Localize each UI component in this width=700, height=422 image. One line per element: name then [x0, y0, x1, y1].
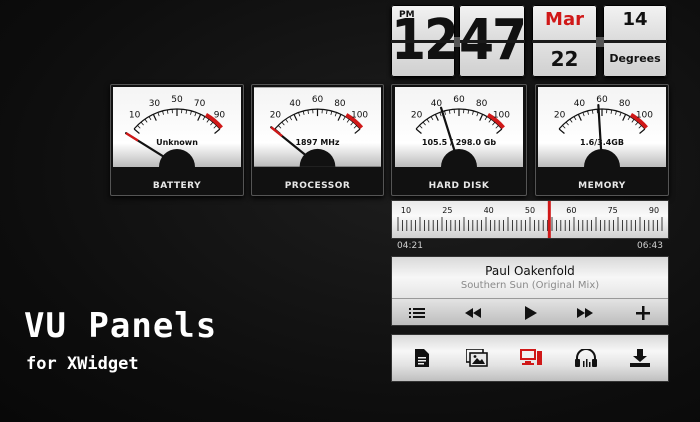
play-icon	[525, 305, 537, 320]
artist-name: Paul Oakenfold	[485, 264, 575, 278]
gauge-tick-label: 40	[289, 99, 301, 109]
track-progress-dial[interactable]: 10 25 40 50 60 75 90	[391, 200, 669, 239]
memory-meter[interactable]: 20 40 60 80 100 1.6/3.4GB MEMORY	[535, 84, 669, 196]
document-icon	[415, 349, 429, 367]
tuner-position-marker[interactable]	[547, 201, 551, 238]
download-icon	[630, 349, 650, 367]
flip-divider	[391, 40, 455, 43]
gauge-tick-label: 50	[171, 95, 183, 105]
gauge-tick-label: 20	[270, 111, 282, 121]
processor-meter[interactable]: 20 40 60 80 100 1897 MHz PROCESSOR	[251, 84, 384, 196]
flip-divider	[532, 40, 597, 43]
documents-shortcut[interactable]	[398, 335, 446, 381]
tuner-tick-label: 10	[401, 206, 411, 215]
tuner-tick-label: 25	[442, 206, 452, 215]
tuner-tick-label: 50	[525, 206, 535, 215]
gauge-tick-label: 60	[453, 95, 465, 105]
calendar-month: Mar	[545, 9, 584, 30]
tuner-scale: 10 25 40 50 60 75 90	[397, 201, 663, 238]
tuner-tick-label: 75	[608, 206, 618, 215]
playlist-button[interactable]	[392, 299, 442, 326]
weather-value: 14	[622, 9, 648, 30]
track-title: Southern Sun (Original Mix)	[460, 280, 600, 291]
rewind-button[interactable]	[448, 299, 498, 326]
playlist-icon	[409, 307, 425, 318]
gauge-tick-label: 70	[194, 99, 206, 109]
gauge-tick-label: 100	[351, 111, 368, 121]
gauge-tick-label: 20	[554, 110, 566, 120]
gauge-tick-label: 60	[312, 95, 324, 105]
weather-card: 14 Degrees	[603, 5, 667, 77]
battery-gauge: 10 30 50 70 90 Unknown	[113, 87, 241, 167]
play-button[interactable]	[506, 299, 556, 326]
tuner-tick-label: 40	[484, 206, 494, 215]
music-shortcut[interactable]	[562, 335, 610, 381]
add-button[interactable]	[618, 299, 668, 326]
memory-gauge: 20 40 60 80 100 1.6/3.4GB	[538, 87, 666, 167]
gauge-tick-label: 30	[149, 99, 161, 109]
fast-forward-button[interactable]	[560, 299, 610, 326]
memory-label: MEMORY	[578, 181, 626, 191]
gauge-readout: 1897 MHz	[296, 138, 340, 147]
app-title: VU Panels	[24, 306, 218, 346]
fast-forward-icon	[577, 307, 593, 318]
gauge-tick-label: 60	[596, 95, 608, 105]
rewind-icon	[465, 307, 481, 318]
processor-gauge: 20 40 60 80 100 1897 MHz	[254, 87, 381, 167]
harddisk-gauge: 2040 60 80100105.5 / 298.0 Gb	[395, 87, 523, 167]
calendar-day: 22	[550, 47, 579, 71]
gauge-tick-label: 20	[411, 110, 423, 120]
tuner-tick-label: 60	[566, 206, 576, 215]
harddisk-meter[interactable]: 20 40 60 80 100 105.5 / 298.0 Gb HARD DISK	[391, 84, 527, 196]
hinge	[596, 37, 604, 47]
app-launcher	[391, 334, 669, 382]
gauge-tick-label: 80	[476, 99, 488, 109]
gauge-readout: 1.6/3.4GB	[580, 138, 624, 147]
gauge-tick-label: 10	[129, 110, 141, 120]
total-time: 06:43	[637, 241, 663, 251]
weather-unit: Degrees	[609, 52, 661, 65]
clock-hour-card: PM 12	[391, 5, 455, 77]
clock-minute-card: 47	[459, 5, 525, 77]
computer-icon	[520, 349, 542, 365]
flip-divider	[603, 40, 667, 43]
gauge-tick-label: 80	[619, 99, 631, 109]
player-controls	[392, 298, 668, 326]
gauge-tick-label: 100	[493, 110, 510, 120]
tuner-tick-label: 90	[649, 206, 659, 215]
music-icon	[575, 349, 597, 367]
gauge-tick-label: 80	[334, 99, 346, 109]
processor-label: PROCESSOR	[284, 181, 351, 191]
battery-meter[interactable]: 10 30 50 70 90 Unknown BATTERY	[110, 84, 244, 196]
downloads-shortcut[interactable]	[616, 335, 664, 381]
hinge	[454, 37, 460, 47]
gauge-tick-label: 90	[214, 110, 226, 120]
computer-shortcut[interactable]	[507, 335, 555, 381]
calendar-card: Mar 22	[532, 5, 597, 77]
add-icon	[636, 305, 650, 320]
battery-label: BATTERY	[152, 181, 202, 191]
gauge-readout: 105.5 / 298.0 Gb	[422, 138, 496, 147]
gauge-readout: Unknown	[156, 138, 198, 147]
pictures-icon	[466, 349, 488, 367]
harddisk-label: HARD DISK	[428, 181, 490, 191]
gauge-tick-label: 40	[574, 99, 586, 109]
media-player: Paul Oakenfold Southern Sun (Original Mi…	[391, 256, 669, 326]
app-subtitle: for XWidget	[26, 354, 139, 374]
flip-divider	[459, 40, 525, 43]
elapsed-time: 04:21	[397, 241, 423, 251]
pictures-shortcut[interactable]	[453, 335, 501, 381]
gauge-tick-label: 100	[636, 110, 653, 120]
